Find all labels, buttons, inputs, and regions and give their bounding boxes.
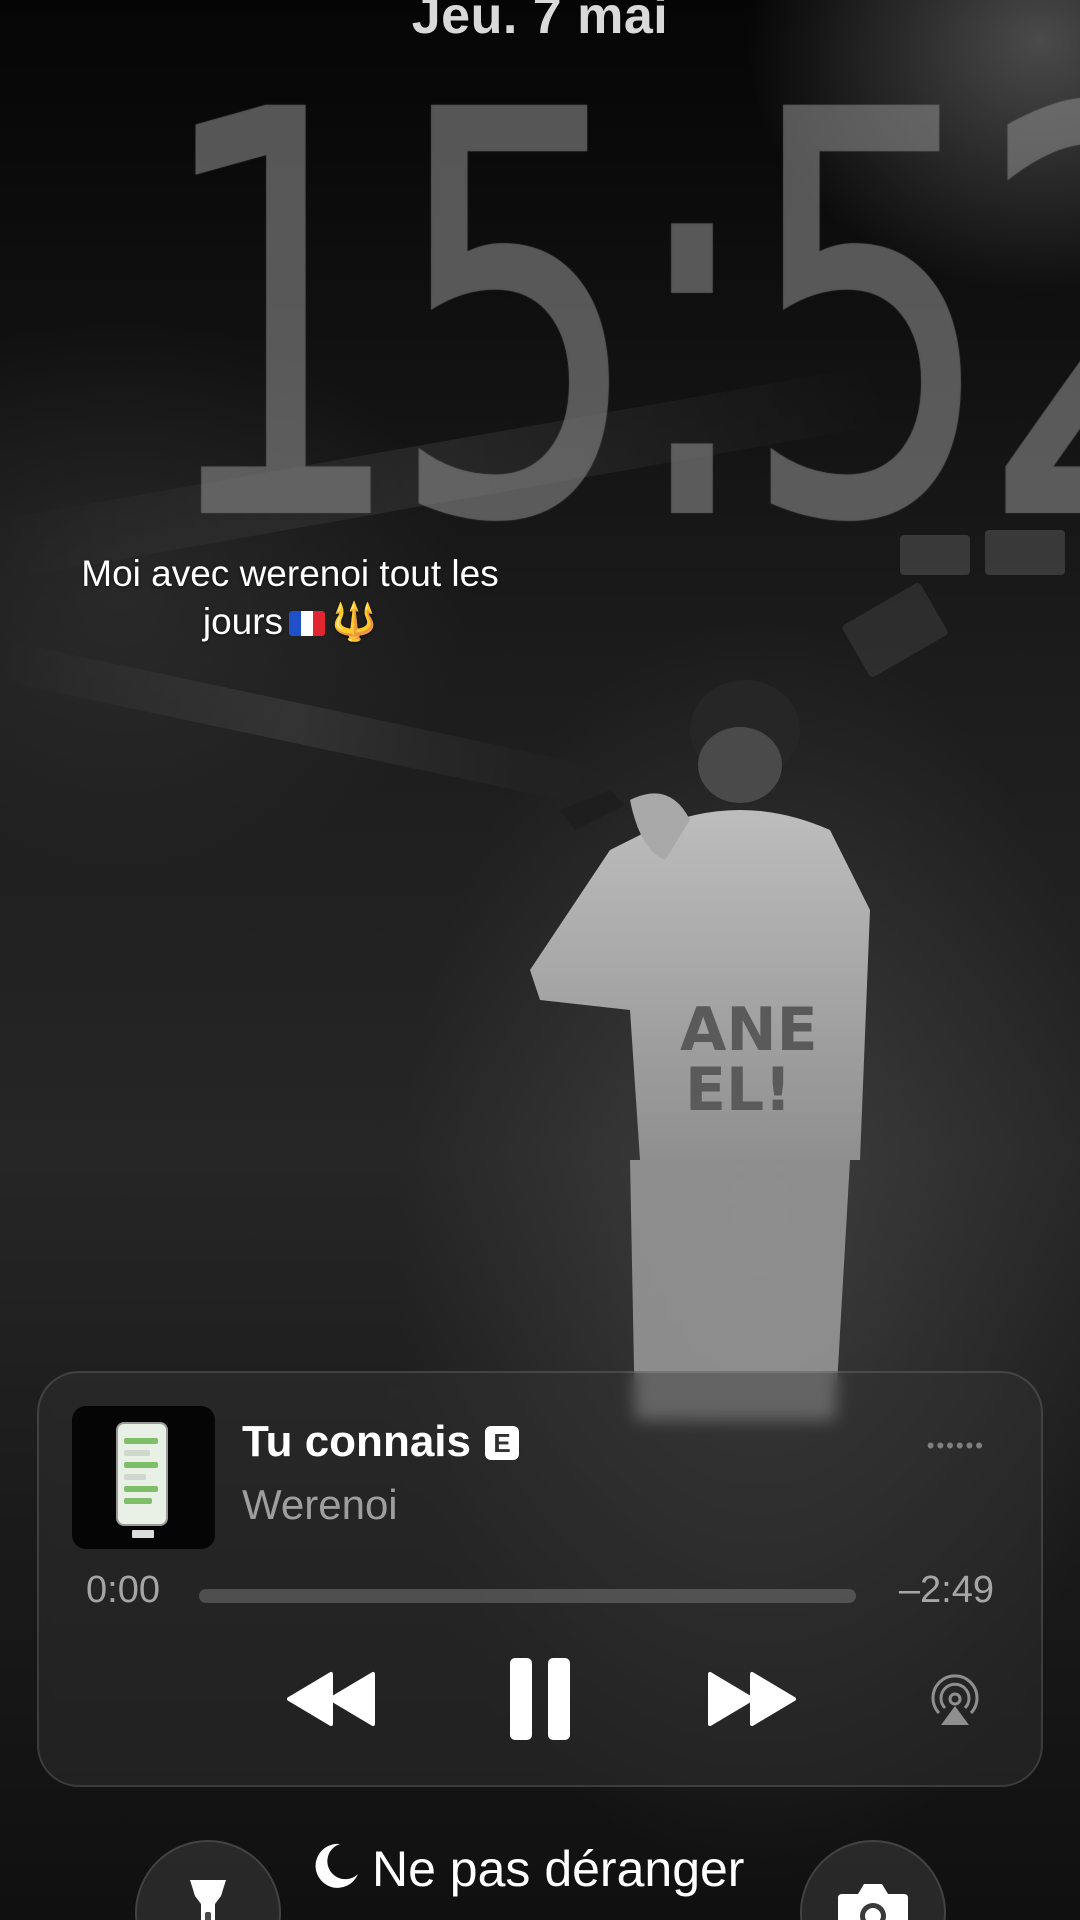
fast-forward-icon[interactable]: [706, 1670, 798, 1728]
wallpaper-performer-figure: ANE EL!: [530, 680, 870, 1420]
elapsed-time: 0:00: [86, 1569, 160, 1611]
caption-line-1: Moi avec werenoi tout les: [81, 553, 499, 594]
airplay-icon[interactable]: [927, 1673, 983, 1729]
flashlight-icon: [190, 1880, 226, 1920]
camera-icon: [838, 1884, 908, 1920]
explicit-badge: E: [484, 1426, 519, 1460]
progress-scrubber[interactable]: [199, 1589, 856, 1603]
caption-line-2: jours: [202, 601, 284, 642]
focus-mode-indicator[interactable]: Ne pas déranger: [310, 1840, 744, 1898]
track-title-text: Tu connais: [242, 1417, 471, 1466]
now-playing-widget[interactable]: Tu connais E Werenoi •••••• 0:00 –2:49: [37, 1371, 1043, 1787]
ellipsis-icon[interactable]: ••••••: [927, 1433, 985, 1459]
france-flag-icon: [289, 611, 326, 636]
overlay-caption: Moi avec werenoi tout les jours 🔱: [40, 550, 540, 646]
lockscreen-clock: 15:52: [151, 0, 1080, 646]
artwork-phone-graphic: [116, 1422, 168, 1526]
track-title: Tu connais E: [242, 1417, 519, 1467]
svg-text:EL!: EL!: [685, 1055, 792, 1125]
rewind-icon[interactable]: [285, 1670, 377, 1728]
remaining-time: –2:49: [898, 1569, 994, 1611]
track-artist: Werenoi: [242, 1481, 398, 1528]
moon-icon: [315, 1843, 358, 1888]
camera-button[interactable]: [800, 1840, 946, 1920]
parental-advisory-label: [132, 1530, 154, 1538]
focus-mode-label: Ne pas déranger: [372, 1841, 745, 1897]
album-artwork[interactable]: [72, 1406, 215, 1549]
lock-screen: ANE EL! Jeu. 7 mai 15:52 Moi avec wereno…: [0, 0, 1080, 1920]
trident-icon: 🔱: [331, 601, 378, 642]
flashlight-button[interactable]: [135, 1840, 281, 1920]
pause-icon[interactable]: [508, 1656, 572, 1742]
